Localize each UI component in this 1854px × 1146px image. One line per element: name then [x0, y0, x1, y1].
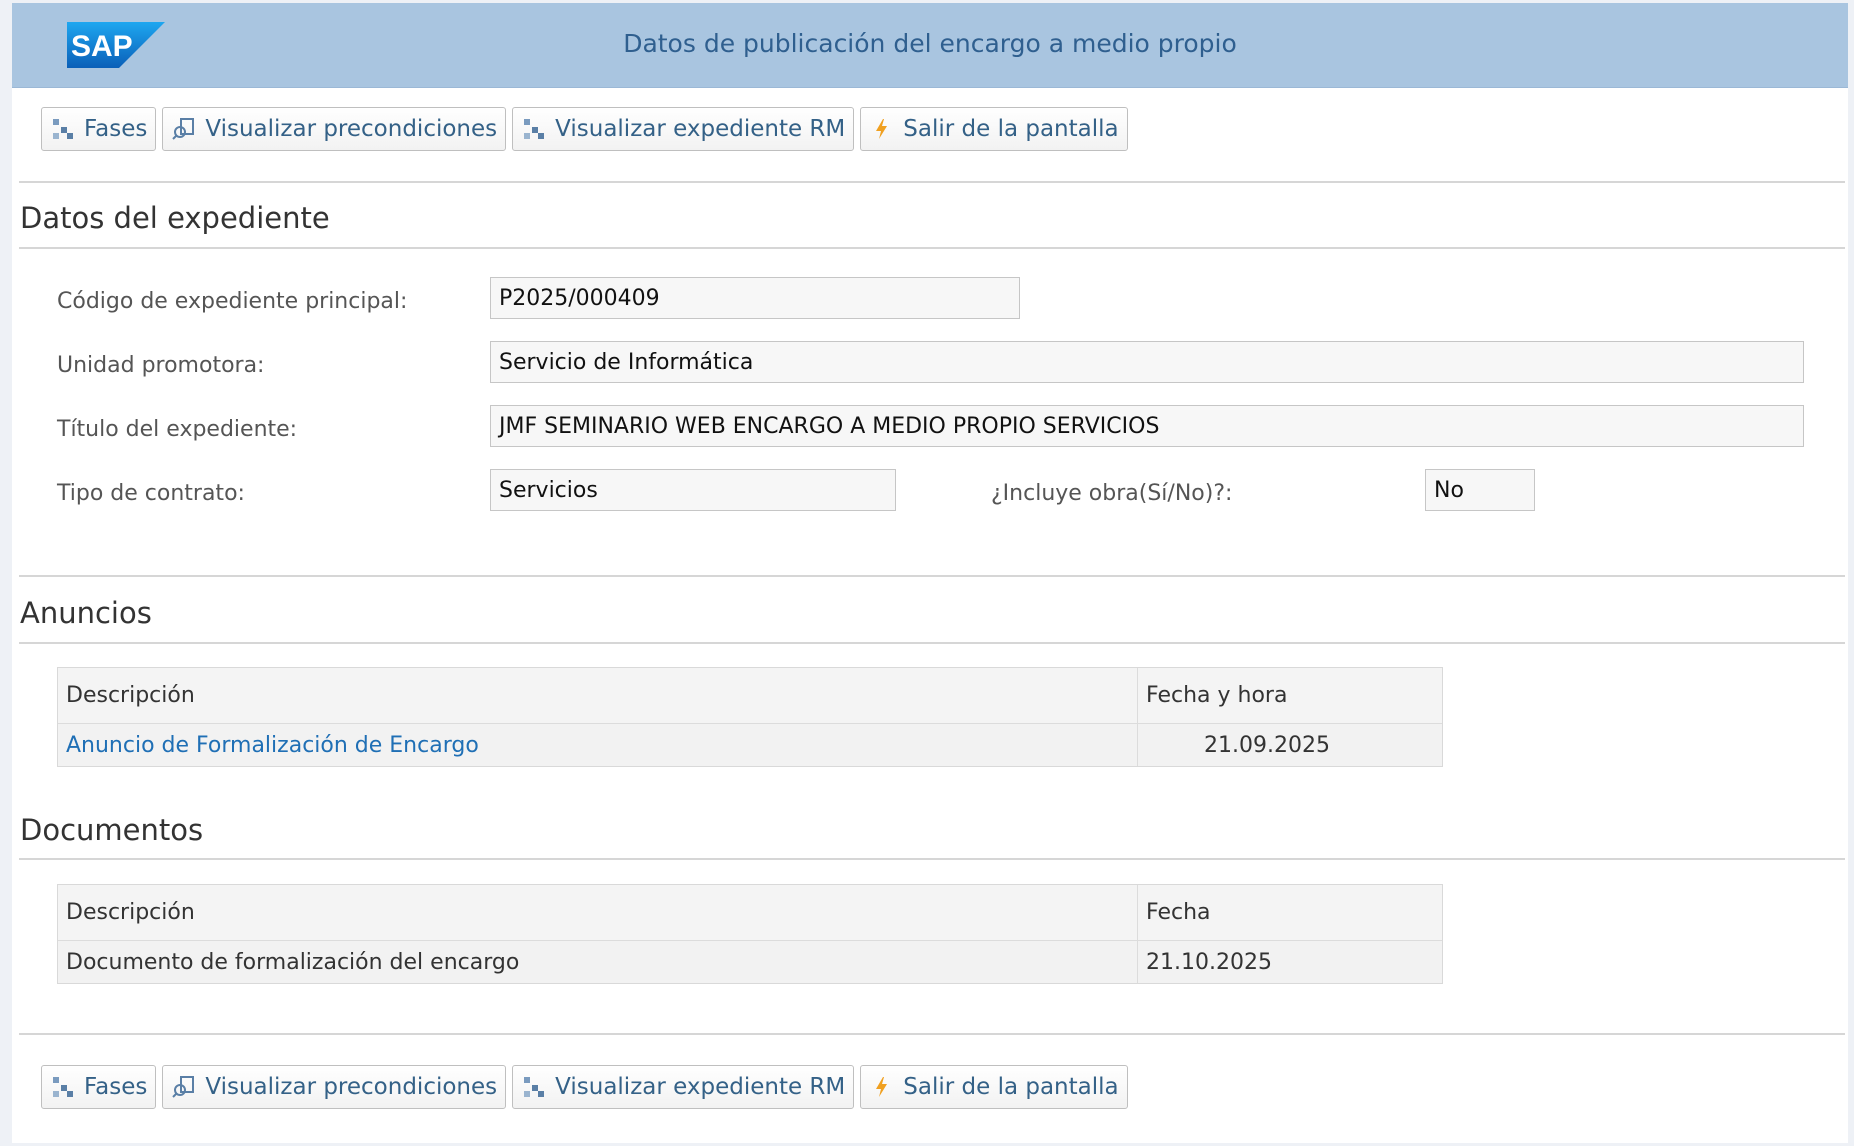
- visualizar-expediente-rm-label: Visualizar expediente RM: [555, 116, 846, 142]
- anuncios-table: Descripción Fecha y hora Anuncio de Form…: [57, 667, 1443, 767]
- phases-icon: [50, 116, 76, 142]
- documento-fecha-cell: 21.10.2025: [1146, 949, 1272, 975]
- anuncio-link[interactable]: Anuncio de Formalización de Encargo: [66, 733, 479, 758]
- visualizar-expediente-rm-button[interactable]: Visualizar expediente RM: [512, 1065, 855, 1109]
- page-title: Datos de publicación del encargo a medio…: [623, 29, 1237, 58]
- documentos-table: Descripción Fecha Documento de formaliza…: [57, 884, 1443, 984]
- column-header-descripcion[interactable]: Descripción: [58, 885, 1138, 940]
- codigo-field[interactable]: P2025/000409: [490, 277, 1020, 319]
- unidad-field[interactable]: Servicio de Informática: [490, 341, 1804, 383]
- visualizar-expediente-rm-button[interactable]: Visualizar expediente RM: [512, 107, 855, 151]
- divider: [19, 858, 1845, 860]
- codigo-label: Código de expediente principal:: [57, 289, 408, 314]
- lightning-icon: [869, 116, 895, 142]
- salir-de-la-pantalla-button[interactable]: Salir de la pantalla: [860, 107, 1128, 151]
- page-frame: SAP Datos de publicación del encargo a m…: [12, 3, 1848, 1143]
- salir-de-la-pantalla-label: Salir de la pantalla: [903, 1074, 1119, 1100]
- titulo-field[interactable]: JMF SEMINARIO WEB ENCARGO A MEDIO PROPIO…: [490, 405, 1804, 447]
- section-title-documentos: Documentos: [20, 813, 204, 847]
- hierarchy-icon: [521, 1074, 547, 1100]
- divider: [19, 642, 1845, 644]
- section-title-datos-expediente: Datos del expediente: [20, 201, 330, 235]
- visualizar-precondiciones-button[interactable]: Visualizar precondiciones: [162, 1065, 507, 1109]
- table-row[interactable]: Documento de formalización del encargo 2…: [58, 941, 1442, 983]
- top-toolbar: Fases Visualizar precondiciones Visualiz…: [41, 107, 1128, 153]
- preconditions-icon: [171, 116, 197, 142]
- divider: [19, 247, 1845, 249]
- obra-field[interactable]: No: [1425, 469, 1535, 511]
- table-header-row: Descripción Fecha: [58, 885, 1442, 941]
- obra-label: ¿Incluye obra(Sí/No)?:: [991, 481, 1233, 506]
- table-row: Anuncio de Formalización de Encargo 21.0…: [58, 724, 1442, 766]
- visualizar-precondiciones-label: Visualizar precondiciones: [205, 1074, 498, 1100]
- fases-button[interactable]: Fases: [41, 1065, 157, 1109]
- divider: [19, 181, 1845, 183]
- tipo-field[interactable]: Servicios: [490, 469, 896, 511]
- anuncio-fecha-cell: 21.09.2025: [1204, 732, 1330, 758]
- salir-de-la-pantalla-button[interactable]: Salir de la pantalla: [860, 1065, 1128, 1109]
- documento-descripcion-cell: Documento de formalización del encargo: [58, 941, 1138, 983]
- visualizar-precondiciones-label: Visualizar precondiciones: [205, 116, 498, 142]
- divider: [19, 575, 1845, 577]
- salir-de-la-pantalla-label: Salir de la pantalla: [903, 116, 1119, 142]
- anuncio-link-cell: Anuncio de Formalización de Encargo: [58, 724, 1138, 766]
- lightning-icon: [869, 1074, 895, 1100]
- visualizar-precondiciones-button[interactable]: Visualizar precondiciones: [162, 107, 507, 151]
- fases-label: Fases: [84, 116, 148, 142]
- titulo-label: Título del expediente:: [57, 417, 298, 442]
- bottom-toolbar: Fases Visualizar precondiciones Visualiz…: [41, 1065, 1128, 1111]
- column-header-descripcion[interactable]: Descripción: [58, 668, 1138, 723]
- visualizar-expediente-rm-label: Visualizar expediente RM: [555, 1074, 846, 1100]
- preconditions-icon: [171, 1074, 197, 1100]
- hierarchy-icon: [521, 116, 547, 142]
- column-header-fecha[interactable]: Fecha: [1138, 885, 1442, 940]
- tipo-label: Tipo de contrato:: [57, 481, 245, 506]
- unidad-label: Unidad promotora:: [57, 353, 265, 378]
- fases-label: Fases: [84, 1074, 148, 1100]
- divider: [19, 1033, 1845, 1035]
- fases-button[interactable]: Fases: [41, 107, 157, 151]
- phases-icon: [50, 1074, 76, 1100]
- column-header-fecha-hora[interactable]: Fecha y hora: [1138, 668, 1442, 723]
- table-header-row: Descripción Fecha y hora: [58, 668, 1442, 724]
- app-header: SAP Datos de publicación del encargo a m…: [12, 3, 1848, 88]
- section-title-anuncios: Anuncios: [20, 596, 152, 630]
